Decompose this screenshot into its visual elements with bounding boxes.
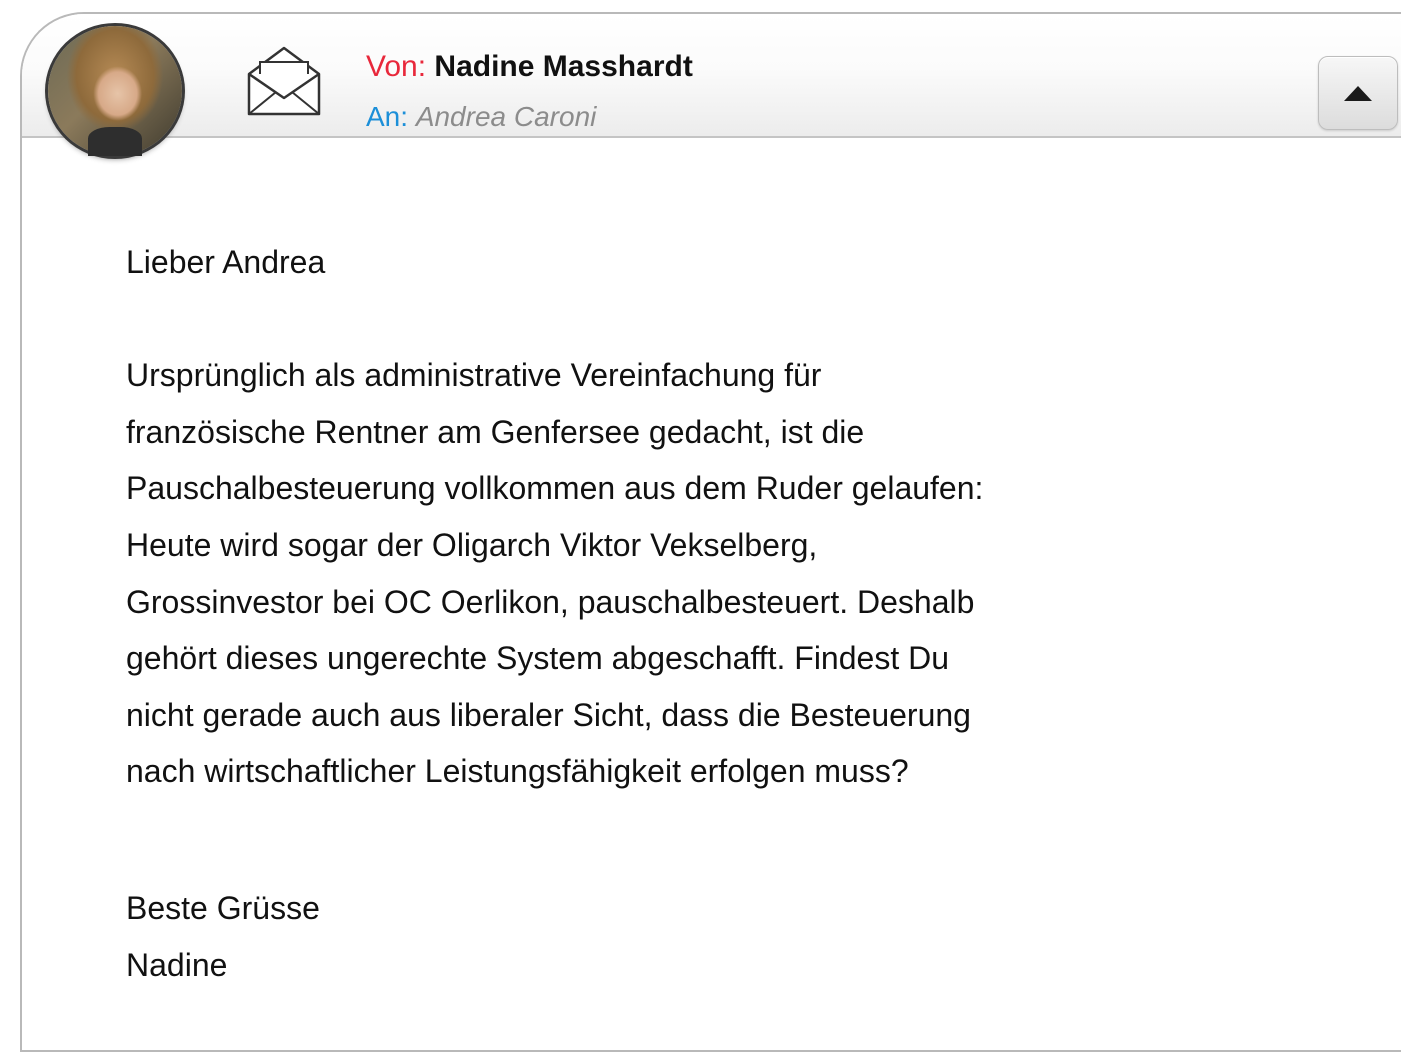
closing: Beste Grüsse — [126, 889, 320, 926]
body-line: nach wirtschaftlicher Leistungsfähigkeit… — [126, 753, 909, 790]
body-line: Ursprünglich als administrative Vereinfa… — [126, 357, 822, 394]
sender-avatar — [48, 26, 182, 156]
from-label: Von: — [366, 50, 427, 83]
body-line: französische Rentner am Genfersee gedach… — [126, 413, 865, 450]
recipient-line: An: Andrea Caroni — [366, 100, 596, 134]
signature: Nadine — [126, 946, 228, 983]
email-header: Von: Nadine Masshardt An: Andrea Caroni — [22, 14, 1401, 138]
sender-line: Von: Nadine Masshardt — [366, 48, 693, 86]
open-envelope-icon — [246, 44, 322, 118]
body-line: Heute wird sogar der Oligarch Viktor Vek… — [126, 526, 818, 563]
collapse-button[interactable] — [1318, 56, 1398, 130]
email-card: Von: Nadine Masshardt An: Andrea Caroni … — [20, 12, 1401, 1052]
recipient-name: Andrea Caroni — [415, 101, 597, 132]
sender-name: Nadine Masshardt — [434, 50, 693, 83]
triangle-up-icon — [1344, 86, 1372, 101]
body-line: Pauschalbesteuerung vollkommen aus dem R… — [126, 470, 984, 507]
to-label: An: — [366, 101, 409, 132]
body-line: nicht gerade auch aus liberaler Sicht, d… — [126, 696, 971, 733]
body-line: gehört dieses ungerechte System abgescha… — [126, 640, 949, 677]
message-body: Lieber Andrea Ursprünglich als administr… — [126, 234, 1186, 993]
greeting: Lieber Andrea — [126, 244, 326, 280]
body-line: Grossinvestor bei OC Oerlikon, pauschalb… — [126, 583, 975, 620]
